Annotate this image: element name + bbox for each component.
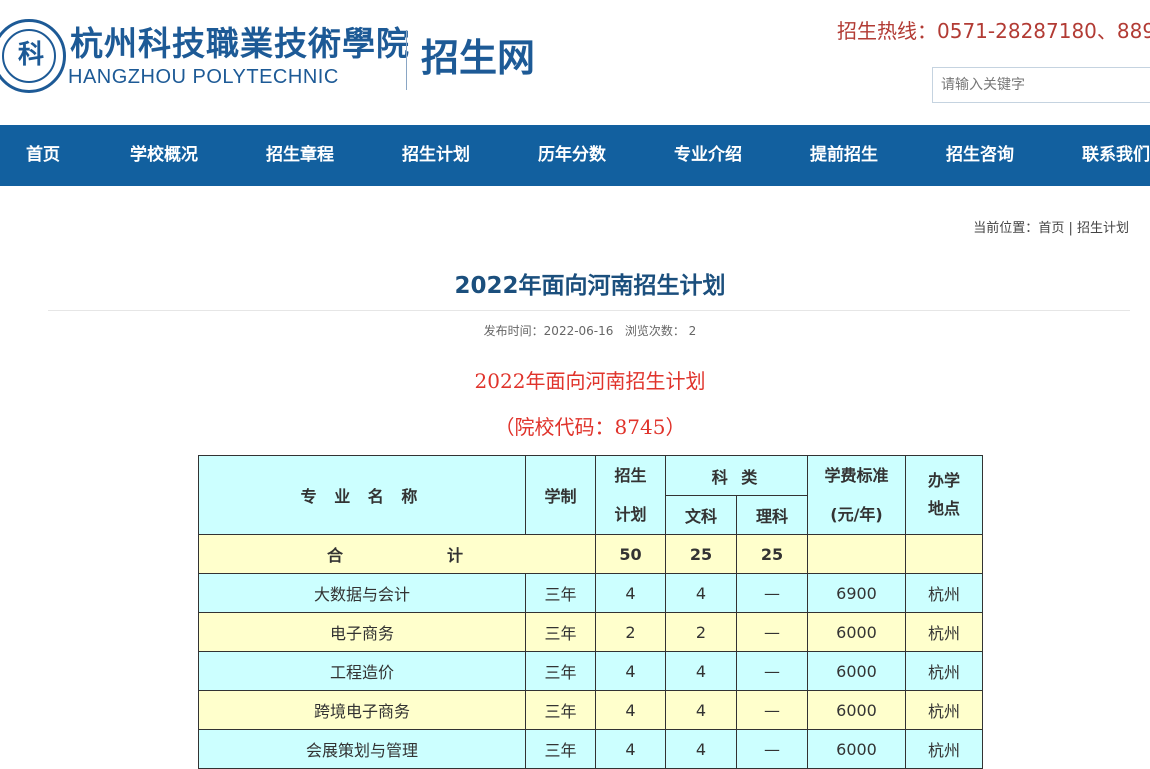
cell-major: 大数据与会计 xyxy=(198,573,526,613)
total-location xyxy=(905,534,983,574)
header-plan: 招生 计划 xyxy=(595,455,666,535)
table-row: 电子商务 三年 2 2 — 6000 杭州 xyxy=(198,612,983,652)
header-plan-bottom: 计划 xyxy=(614,505,647,524)
nav-item-contact[interactable]: 联系我们 xyxy=(1082,125,1150,186)
total-label: 合 计 xyxy=(198,534,596,574)
cell-fee: 6000 xyxy=(807,651,906,691)
cell-location: 杭州 xyxy=(905,612,983,652)
table-row: 工程造价 三年 4 4 — 6000 杭州 xyxy=(198,651,983,691)
cell-major: 跨境电子商务 xyxy=(198,690,526,730)
nav-item-admission-plan[interactable]: 招生计划 xyxy=(402,125,470,186)
school-seal-logo[interactable]: 科 xyxy=(0,19,66,93)
nav-item-past-scores[interactable]: 历年分数 xyxy=(538,125,606,186)
admission-plan-table: 专 业 名 称 学制 招生计划 科 类 学费标准 (元/年) 办学地点 文科 理科… xyxy=(198,455,983,769)
cell-fee: 6900 xyxy=(807,573,906,613)
table-total-row: 合 计 50 25 25 xyxy=(198,534,983,574)
cell-plan: 4 xyxy=(595,729,666,769)
cell-major: 工程造价 xyxy=(198,651,526,691)
cell-location: 杭州 xyxy=(905,729,983,769)
header-location-bottom: 地点 xyxy=(927,499,960,518)
cell-plan: 4 xyxy=(595,573,666,613)
header-location-top: 办学 xyxy=(927,471,960,490)
cell-fee: 6000 xyxy=(807,690,906,730)
cell-arts: 4 xyxy=(665,690,737,730)
cell-major: 会展策划与管理 xyxy=(198,729,526,769)
header-fee: 学费标准 (元/年) xyxy=(807,455,906,535)
school-name-en[interactable]: HANGZHOU POLYTECHNIC xyxy=(68,64,398,90)
header-fee-top: 学费标准 xyxy=(824,466,889,485)
header-fee-bottom: (元/年) xyxy=(830,505,883,524)
nav-item-home[interactable]: 首页 xyxy=(26,125,60,186)
total-science: 25 xyxy=(736,534,808,574)
nav-item-majors[interactable]: 专业介绍 xyxy=(674,125,742,186)
header-subject: 科 类 xyxy=(665,455,808,496)
cell-arts: 4 xyxy=(665,651,737,691)
title-divider xyxy=(48,310,1130,311)
cell-science: — xyxy=(736,573,808,613)
table-row: 会展策划与管理 三年 4 4 — 6000 杭州 xyxy=(198,729,983,769)
seal-glyph: 科 xyxy=(17,40,44,70)
table-header-row: 专 业 名 称 学制 招生计划 科 类 学费标准 (元/年) 办学地点 xyxy=(198,455,983,535)
breadcrumb-home-link[interactable]: 首页 xyxy=(1038,221,1064,236)
header-arts: 文科 xyxy=(665,495,737,535)
nav-item-early-admission[interactable]: 提前招生 xyxy=(810,125,878,186)
logo-divider xyxy=(406,30,407,90)
cell-location: 杭州 xyxy=(905,690,983,730)
cell-arts: 4 xyxy=(665,573,737,613)
body-heading: 2022年面向河南招生计划 xyxy=(474,369,706,393)
search-input[interactable] xyxy=(932,67,1150,103)
cell-location: 杭州 xyxy=(905,651,983,691)
school-code: （院校代码：8745） xyxy=(494,415,686,439)
cell-science: — xyxy=(736,729,808,769)
cell-plan: 2 xyxy=(595,612,666,652)
breadcrumb-separator: | xyxy=(1064,221,1077,236)
admissions-hotline: 招生热线：0571-28287180、88935 xyxy=(837,19,1150,43)
header-plan-top: 招生 xyxy=(614,466,647,485)
cell-science: — xyxy=(736,690,808,730)
header-location: 办学 地点 xyxy=(905,455,983,535)
school-name-cn[interactable]: 杭州科技職業技術學院 xyxy=(70,22,409,66)
cell-arts: 2 xyxy=(665,612,737,652)
cell-duration: 三年 xyxy=(525,612,596,652)
breadcrumb-current-link[interactable]: 招生计划 xyxy=(1077,221,1129,236)
article-title: 2022年面向河南招生计划 xyxy=(454,273,726,299)
nav-item-consultation[interactable]: 招生咨询 xyxy=(946,125,1014,186)
nav-item-admission-charter[interactable]: 招生章程 xyxy=(266,125,334,186)
article-meta: 发布时间：2022-06-16 浏览次数： 2 xyxy=(483,324,697,338)
cell-duration: 三年 xyxy=(525,690,596,730)
total-fee xyxy=(807,534,906,574)
breadcrumb: 当前位置：首页 | 招生计划 xyxy=(973,219,1129,239)
main-nav: 首页 学校概况 招生章程 招生计划 历年分数 专业介绍 提前招生 招生咨询 联系… xyxy=(0,125,1150,186)
header-science: 理科 xyxy=(736,495,808,535)
site-title: 招生网 xyxy=(421,36,536,80)
cell-plan: 4 xyxy=(595,651,666,691)
breadcrumb-prefix: 当前位置： xyxy=(973,221,1039,236)
cell-duration: 三年 xyxy=(525,573,596,613)
cell-major: 电子商务 xyxy=(198,612,526,652)
total-plan: 50 xyxy=(595,534,666,574)
cell-location: 杭州 xyxy=(905,573,983,613)
cell-plan: 4 xyxy=(595,690,666,730)
total-label-text: 合 计 xyxy=(327,546,467,565)
seal-inner-ring: 科 xyxy=(2,29,56,83)
cell-science: — xyxy=(736,651,808,691)
nav-item-school-overview[interactable]: 学校概况 xyxy=(130,125,198,186)
table-row: 大数据与会计 三年 4 4 — 6900 杭州 xyxy=(198,573,983,613)
header-duration: 学制 xyxy=(525,455,596,535)
cell-duration: 三年 xyxy=(525,651,596,691)
header-major: 专 业 名 称 xyxy=(198,455,526,535)
table-row: 跨境电子商务 三年 4 4 — 6000 杭州 xyxy=(198,690,983,730)
cell-duration: 三年 xyxy=(525,729,596,769)
site-header: 科 杭州科技職業技術學院 HANGZHOU POLYTECHNIC 招生网 招生… xyxy=(0,0,1150,125)
cell-science: — xyxy=(736,612,808,652)
total-arts: 25 xyxy=(665,534,737,574)
cell-fee: 6000 xyxy=(807,729,906,769)
cell-fee: 6000 xyxy=(807,612,906,652)
cell-arts: 4 xyxy=(665,729,737,769)
